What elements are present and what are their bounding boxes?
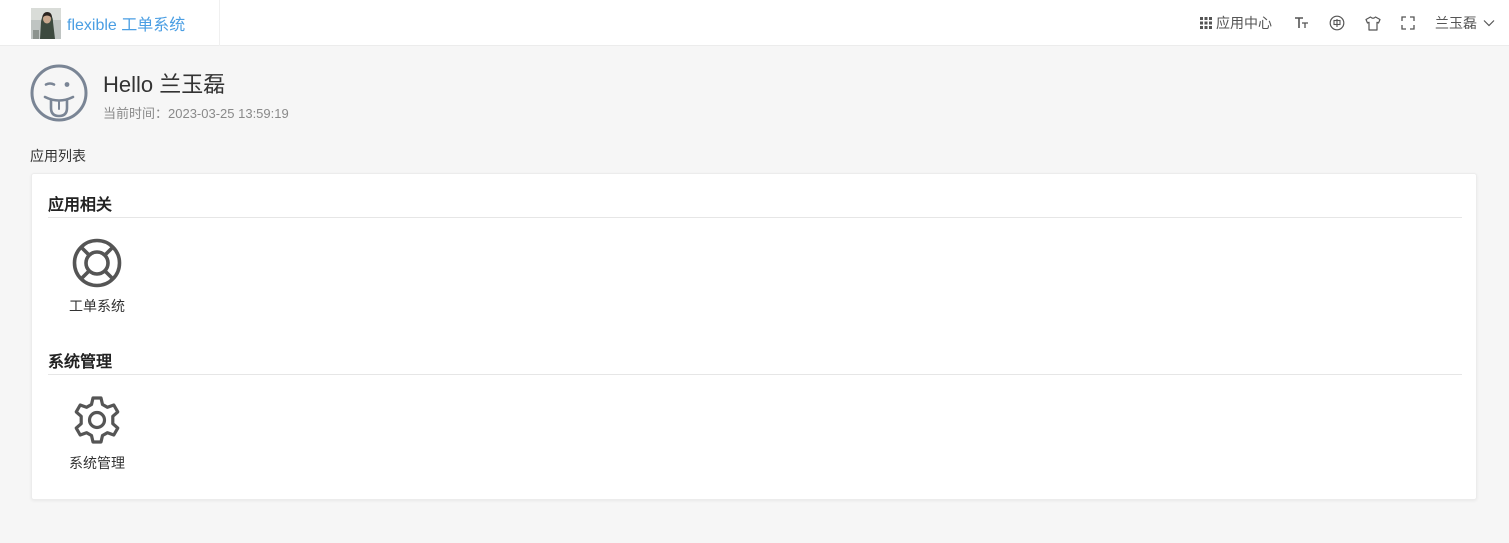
chevron-down-icon	[1483, 20, 1495, 27]
app-list-card: 应用相关 工单系统 系统管理 系统管理	[31, 173, 1477, 500]
tongue-face-icon	[30, 64, 88, 122]
font-size-button[interactable]	[1294, 16, 1309, 30]
app-list-label: 应用列表	[30, 148, 86, 164]
skin-icon	[1365, 15, 1381, 31]
top-header: flexible 工单系统 应用中心 兰玉磊	[0, 0, 1509, 46]
app-center-label: 应用中心	[1216, 15, 1272, 31]
skin-button[interactable]	[1365, 15, 1381, 31]
divider	[48, 374, 1462, 375]
user-name: 兰玉磊	[1435, 15, 1477, 31]
brand-logo-image	[31, 7, 61, 39]
header-toolbar: 应用中心 兰玉磊	[1200, 0, 1509, 46]
app-center-button[interactable]: 应用中心	[1200, 13, 1272, 33]
app-label-system-management: 系统管理	[69, 455, 125, 471]
language-icon	[1329, 15, 1345, 31]
current-time: 当前时间：2023-03-25 13:59:19	[103, 106, 289, 121]
brand[interactable]: flexible 工单系统	[0, 0, 220, 46]
fullscreen-icon	[1401, 16, 1415, 30]
language-button[interactable]	[1329, 15, 1345, 31]
app-tile-system-management[interactable]: 系统管理	[60, 395, 134, 473]
fullscreen-button[interactable]	[1401, 16, 1415, 30]
brand-title: flexible 工单系统	[67, 17, 186, 34]
greeting-title: Hello 兰玉磊	[103, 72, 226, 97]
app-label-ticket-system: 工单系统	[69, 298, 125, 314]
gear-icon	[74, 396, 120, 444]
divider	[48, 217, 1462, 218]
group-title-system-management: 系统管理	[48, 354, 113, 371]
group-title-app-related: 应用相关	[48, 197, 113, 214]
lifebuoy-icon	[72, 238, 122, 288]
app-tile-ticket-system[interactable]: 工单系统	[60, 238, 134, 316]
grid-icon	[1200, 17, 1212, 29]
user-menu[interactable]: 兰玉磊	[1435, 13, 1495, 33]
font-size-icon	[1295, 17, 1308, 28]
